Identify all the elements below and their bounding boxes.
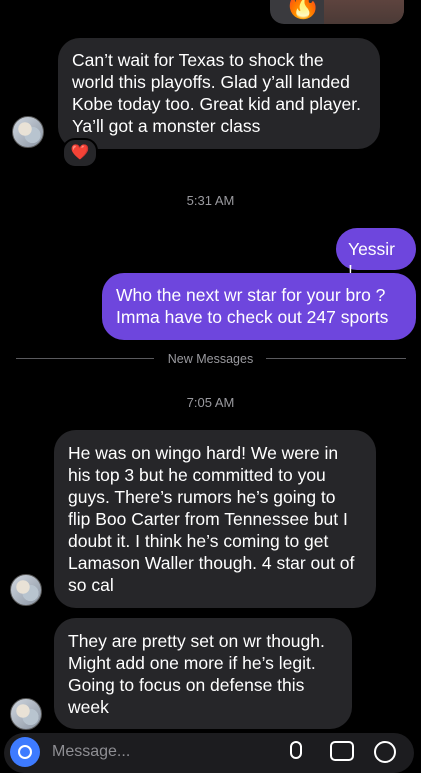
message-bubble-outgoing[interactable]: Who the next wr star for your bro ? Imma… bbox=[102, 273, 416, 340]
avatar[interactable] bbox=[10, 574, 42, 606]
avatar[interactable] bbox=[10, 698, 42, 730]
message-text: Can’t wait for Texas to shock the world … bbox=[72, 50, 361, 136]
gallery-icon[interactable] bbox=[330, 741, 354, 761]
message-input[interactable] bbox=[50, 741, 254, 763]
message-bubble-incoming[interactable]: He was on wingo hard! We were in his top… bbox=[54, 430, 376, 608]
message-bubble-incoming[interactable]: Can’t wait for Texas to shock the world … bbox=[58, 38, 380, 149]
message-text: Who the next wr star for your bro ? Imma… bbox=[116, 285, 389, 327]
message-text: He was on wingo hard! We were in his top… bbox=[68, 443, 355, 595]
message-bubble-outgoing[interactable]: Yessir ! bbox=[336, 228, 416, 281]
timestamp: 5:31 AM bbox=[186, 193, 235, 208]
timestamp: 7:05 AM bbox=[186, 395, 235, 410]
image-attachment-partial[interactable] bbox=[324, 0, 404, 24]
avatar[interactable] bbox=[12, 116, 44, 148]
fire-emoji-icon: 🔥 bbox=[284, 0, 322, 20]
camera-icon[interactable] bbox=[10, 737, 40, 767]
divider-line-right bbox=[266, 358, 406, 359]
previous-message-partial[interactable]: 🔥 bbox=[270, 0, 404, 24]
sticker-icon[interactable] bbox=[374, 741, 396, 763]
message-composer bbox=[4, 733, 414, 773]
heart-reaction[interactable]: ❤️ bbox=[62, 138, 98, 168]
new-messages-divider: New Messages bbox=[167, 352, 254, 366]
heart-icon: ❤️ bbox=[70, 144, 90, 161]
message-bubble-incoming[interactable]: They are pretty set on wr though. Might … bbox=[54, 618, 352, 729]
microphone-icon[interactable] bbox=[290, 741, 302, 759]
message-text: They are pretty set on wr though. Might … bbox=[68, 631, 325, 717]
